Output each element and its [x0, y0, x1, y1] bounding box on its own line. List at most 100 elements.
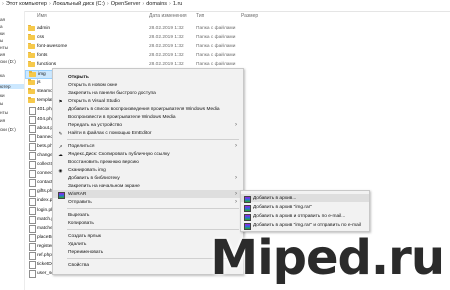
file-icon: [29, 179, 36, 188]
nav-item[interactable]: ы: [0, 38, 3, 43]
file-icon: [29, 115, 36, 124]
menu-item-label: Открыть в Visual Studio: [68, 98, 120, 104]
chevron-right-icon: ›: [235, 142, 237, 149]
menu-item[interactable]: ⚑ Открыть в Visual Studio: [53, 97, 243, 105]
file-icon: [29, 261, 36, 270]
address-bar[interactable]: › Этот компьютер › Локальный диск (C:) › Open…: [0, 0, 450, 12]
breadcrumb-item[interactable]: Локальный диск (C:): [53, 1, 105, 7]
menu-item-label: Добавить в список воспроизведения проигр…: [68, 106, 220, 112]
menu-item-label: Яндекс.Диск: Скопировать публичную ссылк…: [68, 151, 170, 157]
file-icon: [29, 234, 36, 243]
nav-item[interactable]: ки: [0, 93, 5, 98]
submenu-item-label: Добавить в архив "img.rar" и отправить п…: [253, 222, 361, 228]
menu-item-label: Создать ярлык: [68, 233, 102, 239]
nav-item[interactable]: ютер: [0, 84, 24, 89]
column-header-type[interactable]: Тип: [196, 13, 204, 19]
winrar-icon: [244, 195, 251, 203]
column-headers: Имя Дата изменения Тип Размер: [25, 12, 450, 21]
winrar-submenu: Добавить в архив... Добавить в архив "img…: [240, 190, 370, 232]
file-icon: [29, 206, 36, 215]
menu-item[interactable]: Восстановить прежнюю версию: [53, 158, 243, 166]
menu-item[interactable]: ↗ Поделиться ›: [53, 142, 243, 150]
nav-item[interactable]: ы: [0, 101, 3, 106]
folder-row[interactable]: admin 28.02.2019 1:32 Папка с файлами: [25, 24, 265, 33]
file-icon: [29, 161, 36, 170]
nav-item[interactable]: нты: [0, 45, 8, 50]
menu-item[interactable]: Передать на устройство ›: [53, 121, 243, 129]
menu-item-label: Добавить в библиотеку: [68, 175, 120, 181]
menu-item-icon: ↗: [58, 143, 63, 149]
chevron-right-icon: ›: [106, 1, 109, 7]
file-type: Папка с файлами: [196, 61, 236, 67]
folder-icon: [28, 33, 35, 40]
breadcrumb-item[interactable]: 1.ru: [173, 1, 182, 7]
folder-icon: [28, 60, 35, 67]
nav-item[interactable]: а: [0, 24, 3, 29]
submenu-item[interactable]: Добавить в архив...: [241, 194, 369, 203]
folder-icon: [28, 79, 35, 86]
file-icon: [29, 152, 36, 161]
menu-item[interactable]: ◉ Сканировать img: [53, 166, 243, 174]
chevron-right-icon: ›: [169, 1, 171, 7]
menu-item[interactable]: Вырезать: [53, 211, 243, 219]
file-date: 28.02.2019 1:32: [149, 34, 184, 40]
submenu-item-label: Добавить в архив и отправить по e-mail..…: [253, 213, 346, 219]
breadcrumb-item[interactable]: Этот компьютер: [6, 1, 47, 7]
menu-item-label: Поделиться: [68, 143, 95, 149]
file-icon: [29, 133, 36, 142]
menu-item-label: Свойства: [68, 262, 90, 268]
folder-row[interactable]: font-awesome 28.02.2019 1:32 Папка с файла…: [25, 42, 265, 51]
menu-item-label: Найти в файлах с помощью EmEditor: [68, 130, 152, 136]
file-icon: [29, 106, 36, 115]
nav-item[interactable]: ка: [0, 73, 5, 78]
nav-item[interactable]: ски (D:): [0, 127, 16, 132]
column-header-date[interactable]: Дата изменения: [149, 13, 187, 19]
file-date: 28.02.2019 1:32: [149, 43, 184, 49]
nav-item[interactable]: ски (D:): [0, 59, 16, 64]
submenu-item[interactable]: Добавить в архив и отправить по e-mail..…: [241, 212, 369, 221]
file-type: Папка с файлами: [196, 25, 236, 31]
file-name: img: [38, 72, 46, 77]
menu-item[interactable]: Добавить в библиотеку ›: [53, 174, 243, 182]
nav-item[interactable]: ая: [0, 17, 5, 22]
column-header-size[interactable]: Размер: [241, 13, 258, 19]
submenu-item[interactable]: Добавить в архив "img.rar": [241, 203, 369, 212]
file-name: functions: [37, 61, 57, 67]
nav-item[interactable]: нты: [0, 110, 8, 115]
menu-item[interactable]: Открыть: [53, 73, 243, 81]
file-icon: [29, 243, 36, 252]
menu-item[interactable]: ☁ Яндекс.Диск: Скопировать публичную ссыл…: [53, 150, 243, 158]
menu-item[interactable]: Закрепить на начальном экране: [53, 182, 243, 190]
folder-icon: [28, 42, 35, 49]
menu-item[interactable]: Добавить в список воспроизведения проигр…: [53, 105, 243, 113]
menu-item[interactable]: Копировать: [53, 219, 243, 227]
menu-item[interactable]: Отправить ›: [53, 198, 243, 206]
menu-item-icon: ◉: [58, 167, 63, 173]
nav-item[interactable]: ия: [0, 118, 5, 123]
nav-item[interactable]: ия: [0, 52, 5, 57]
menu-item-label: Сканировать img: [68, 167, 106, 173]
menu-item-label: Закрепить на начальном экране: [68, 183, 140, 189]
submenu-item-label: Добавить в архив...: [253, 195, 297, 201]
column-header-name[interactable]: Имя: [37, 13, 47, 19]
winrar-icon: [58, 191, 65, 199]
menu-item[interactable]: ✎ Найти в файлах с помощью EmEditor: [53, 129, 243, 137]
menu-separator: [67, 139, 239, 140]
menu-item-label: Удалить: [68, 241, 87, 247]
menu-item[interactable]: Закрепить на панели быстрого доступа: [53, 89, 243, 97]
folder-icon: [28, 88, 35, 95]
folder-row[interactable]: fonts 28.02.2019 1:32 Папка с файлами: [25, 51, 265, 60]
menu-item[interactable]: Открыть в новом окне: [53, 81, 243, 89]
navigation-pane[interactable]: ая а ки ы нты ия ски (D:) ка ютер ки ы нты ия ски (D:…: [0, 11, 25, 290]
menu-item[interactable]: Воспроизвести в проигрывателе Windows Me…: [53, 113, 243, 121]
menu-item-icon: ☁: [58, 151, 63, 157]
submenu-item[interactable]: Добавить в архив "img.rar" и отправить п…: [241, 221, 369, 230]
folder-row[interactable]: css 28.02.2019 1:32 Папка с файлами: [25, 33, 265, 42]
nav-item[interactable]: ки: [0, 31, 5, 36]
menu-item[interactable]: WinRAR ›: [53, 190, 243, 199]
menu-item-label: Восстановить прежнюю версию: [68, 159, 139, 165]
breadcrumb-item[interactable]: OpenServer: [111, 1, 141, 7]
menu-item-label: Передать на устройство: [68, 122, 123, 128]
menu-item-label: Копировать: [68, 220, 94, 226]
breadcrumb-item[interactable]: domains: [146, 1, 167, 7]
